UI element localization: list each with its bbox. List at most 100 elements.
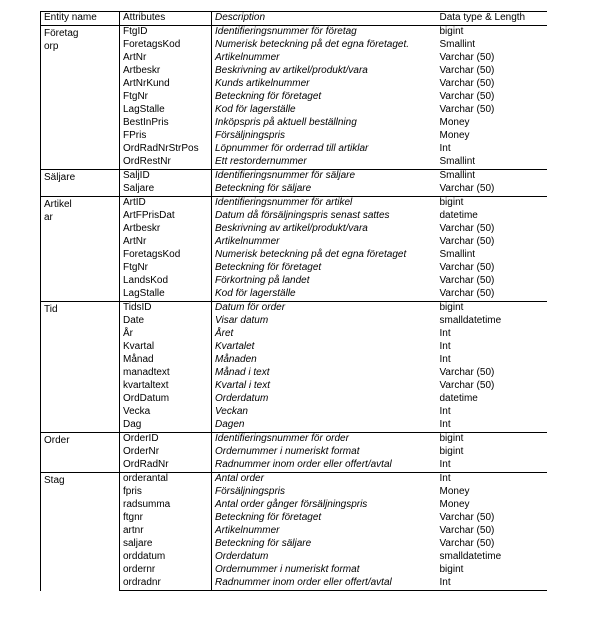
attribute-cell: ArtNrKund	[119, 78, 212, 91]
data-type-cell: Varchar (50)	[439, 538, 495, 549]
attribute-cell: SaljID	[119, 169, 212, 183]
attribute-cell: LagStalle	[119, 288, 212, 302]
description-cell: Kvartal i text	[215, 380, 271, 391]
data-type-cell: datetime	[439, 210, 478, 221]
attribute-cell: Vecka	[119, 406, 212, 419]
attribute-cell: FPris	[119, 130, 212, 143]
attribute-cell: orddatum	[119, 551, 212, 564]
data-type-cell: Varchar (50)	[439, 78, 495, 89]
description-cell: Förkortning på landet	[215, 275, 310, 286]
data-type-cell: Money	[439, 499, 470, 510]
attribute-cell: artnr	[119, 525, 212, 538]
description-cell: Artikelnummer	[215, 236, 280, 247]
description-cell: Kod för lagerställe	[215, 104, 296, 115]
data-type-cell: Money	[439, 130, 470, 141]
data-type-cell: bigint	[436, 432, 547, 446]
attribute-cell: manadtext	[119, 367, 212, 380]
description-cell: Löpnummer för orderrad till artiklar	[215, 143, 369, 154]
data-type-cell: Varchar (50)	[439, 275, 495, 286]
attribute-cell: ForetagsKod	[119, 39, 212, 52]
description-cell: Beskrivning av artikel/produkt/vara	[215, 65, 368, 76]
column-header-description: Description	[211, 11, 437, 26]
attribute-cell: FtgID	[119, 25, 212, 39]
data-type-cell: Int	[439, 143, 451, 154]
description-cell: Beteckning för säljare	[215, 183, 312, 194]
table-row: Säljare SaljID Identifieringsnummer för sä…	[40, 169, 547, 197]
data-type-cell: Varchar (50)	[439, 367, 495, 378]
attribute-cell: FtgNr	[119, 262, 212, 275]
entity-name-line: Tid	[44, 304, 58, 315]
description-cell: Kvartalet	[215, 341, 255, 352]
data-type-cell: Varchar (50)	[439, 380, 495, 391]
data-type-cell: bigint	[436, 301, 547, 315]
data-type-cell: Varchar (50)	[439, 183, 495, 194]
table-row: Företag orp FtgID Identifieringsnummer för …	[40, 25, 547, 170]
attribute-cell: OrderID	[119, 432, 212, 446]
entity-name-line: ar	[44, 212, 53, 224]
description-cell: Datum då försäljningspris senast sattes	[215, 210, 390, 221]
table-row: Order OrderID Identifieringsnummer för ord…	[40, 432, 547, 473]
data-type-cell: Int	[439, 406, 451, 417]
description-cell: Beteckning för företaget	[215, 512, 322, 523]
attribute-cell: Kvartal	[119, 341, 212, 354]
attribute-cell: ftgnr	[119, 512, 212, 525]
entity-name-cell: Order	[40, 432, 120, 473]
attribute-cell: Månad	[119, 354, 212, 367]
data-type-cell: Int	[439, 419, 451, 430]
column-header-data-type: Data type & Length	[436, 11, 547, 26]
description-cell: Radnummer inom order eller offert/avtal	[215, 459, 392, 470]
attribute-cell: Date	[119, 315, 212, 328]
attribute-cell: OrdRestNr	[119, 156, 212, 170]
attribute-cell: fpris	[119, 486, 212, 499]
attribute-cell: Artbeskr	[119, 65, 212, 78]
data-type-cell: Int	[439, 354, 451, 365]
description-cell: Orderdatum	[215, 393, 269, 404]
entity-name-line: Order	[44, 435, 70, 446]
attribute-cell: OrdRadNrStrPos	[119, 143, 212, 156]
description-cell: Månad i text	[215, 367, 270, 378]
entity-name-cell: Tid	[40, 301, 120, 433]
attribute-cell: orderantal	[119, 472, 212, 486]
description-cell: Identifieringsnummer för order	[211, 432, 437, 446]
description-cell: Året	[215, 328, 234, 339]
description-cell: Månaden	[215, 354, 257, 365]
description-cell: Försäljningspris	[215, 486, 286, 497]
data-type-cell: Varchar (50)	[439, 288, 495, 299]
description-cell: Radnummer inom order eller offert/avtal	[211, 577, 437, 591]
attribute-cell: BestInPris	[119, 117, 212, 130]
description-cell: Försäljningspris	[215, 130, 286, 141]
attribute-cell: ordradnr	[119, 577, 212, 591]
description-cell: Numerisk beteckning på det egna företage…	[215, 249, 407, 260]
data-dictionary-container: Entity name Attributes Description Data …	[40, 11, 547, 591]
data-type-cell: Money	[439, 486, 470, 497]
table-row: Tid TidsID Datum för order bigint	[40, 301, 547, 433]
data-type-cell: bigint	[439, 564, 464, 575]
data-type-cell: Varchar (50)	[439, 65, 495, 76]
description-cell: Beteckning för säljare	[215, 538, 312, 549]
entity-name-cell: Stag	[40, 472, 120, 591]
attribute-cell: ArtFPrisDat	[119, 210, 212, 223]
attribute-cell: OrdDatum	[119, 393, 212, 406]
header-row: Entity name Attributes Description Data …	[40, 11, 547, 26]
description-cell: Inköpspris på aktuell beställning	[215, 117, 357, 128]
description-cell: Ett restordernummer	[215, 156, 307, 167]
data-type-cell: datetime	[439, 393, 478, 404]
description-cell: Antal order gånger försäljningspris	[215, 499, 368, 510]
description-cell: Antal order	[211, 472, 437, 486]
column-header-attributes: Attributes	[119, 11, 212, 26]
description-cell: Artikelnummer	[215, 525, 280, 536]
attribute-cell: ForetagsKod	[119, 249, 212, 262]
data-type-cell: Int	[436, 472, 547, 486]
data-type-cell: Varchar (50)	[439, 104, 495, 115]
attribute-cell: LandsKod	[119, 275, 212, 288]
table-row: Stag orderantal Antal order Int	[40, 472, 547, 591]
data-type-cell: Smallint	[439, 156, 476, 167]
attribute-cell: ArtID	[119, 196, 212, 210]
description-cell: Beteckning för företaget	[215, 91, 322, 102]
description-cell: Orderdatum	[215, 551, 269, 562]
attribute-cell: saljare	[119, 538, 212, 551]
data-type-cell: Varchar (50)	[439, 223, 495, 234]
description-cell: Artikelnummer	[215, 52, 280, 63]
data-type-cell: bigint	[439, 446, 464, 457]
data-type-cell: Int	[439, 341, 451, 352]
